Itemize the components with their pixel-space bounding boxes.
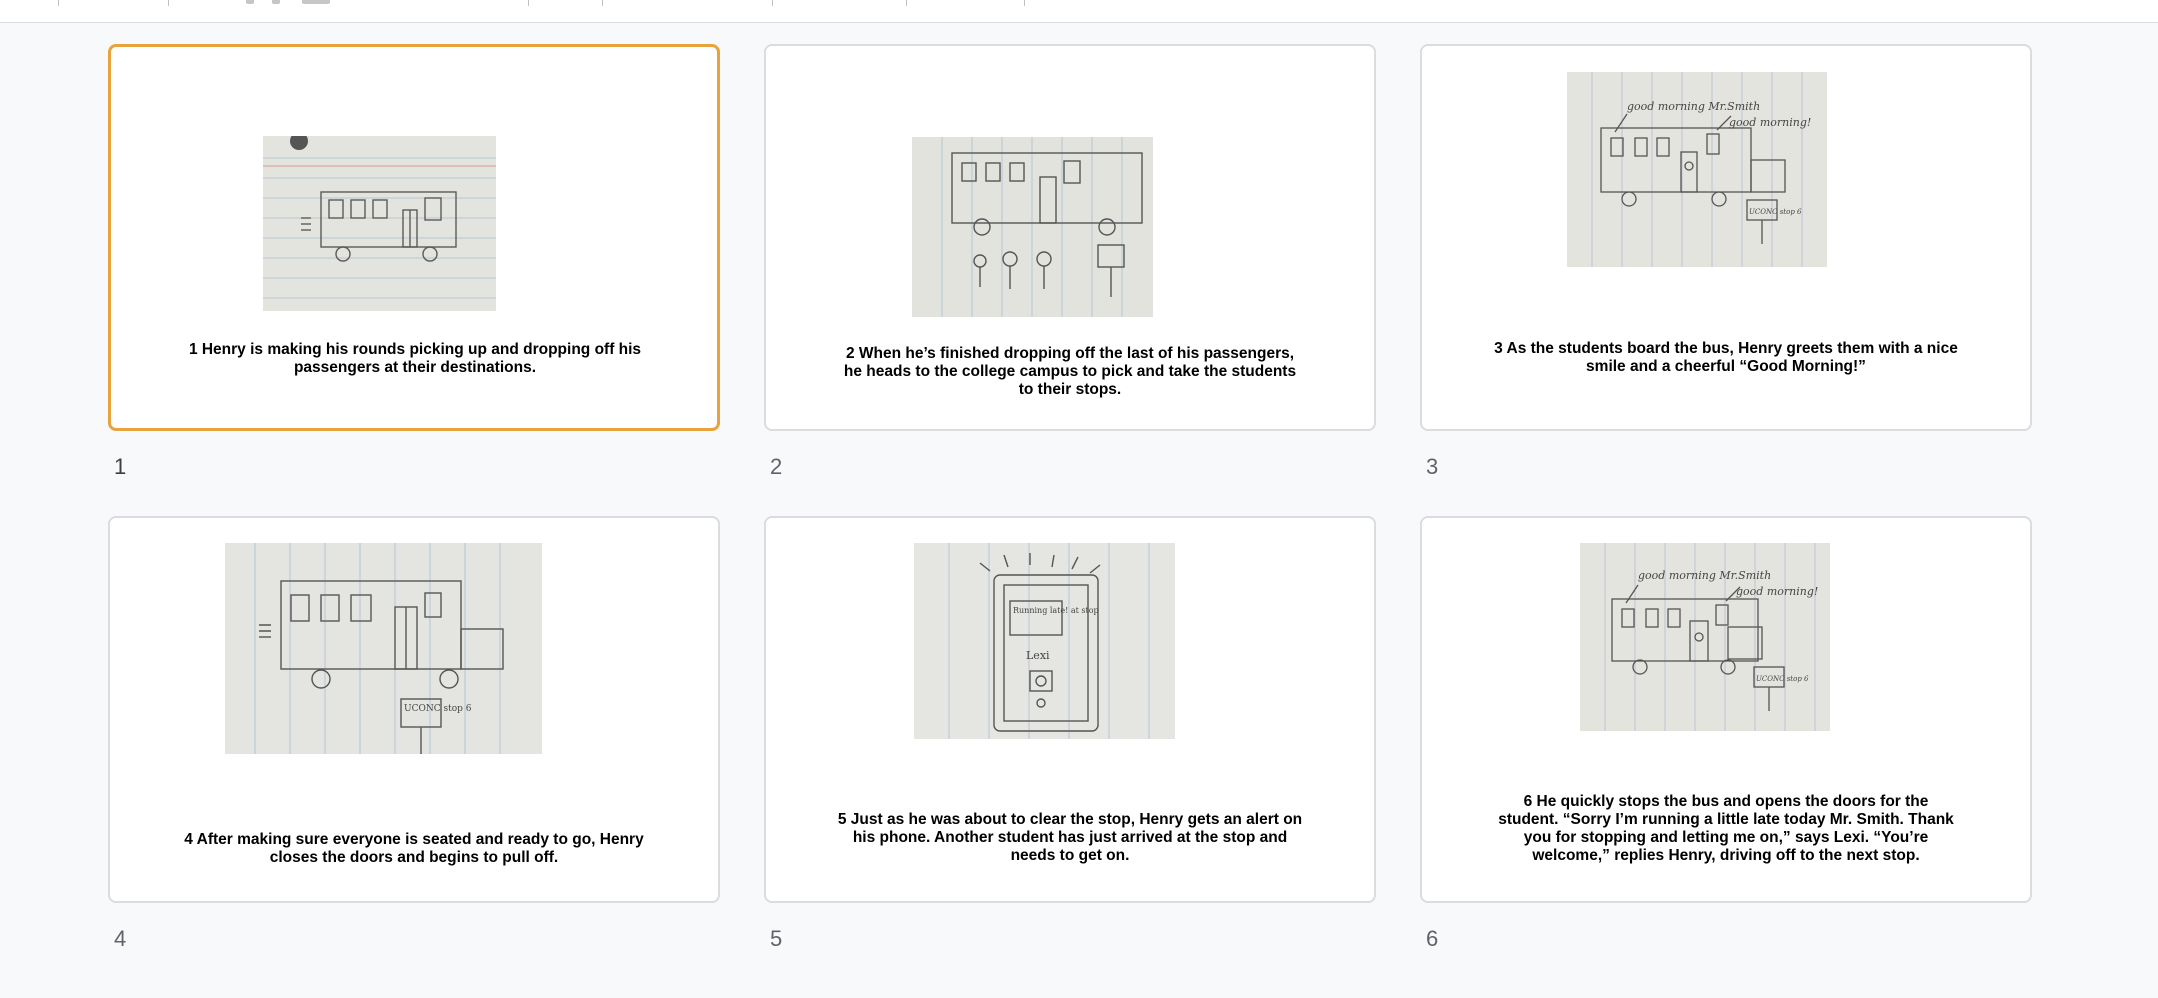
- sketch-text: good morning!: [1736, 585, 1818, 598]
- slide-number[interactable]: 2: [770, 454, 782, 480]
- sketch-text: UCONC stop 6: [1756, 675, 1809, 683]
- toolbar-divider: [602, 0, 603, 6]
- slide-caption: 6 He quickly stops the bus and opens the…: [1498, 793, 1954, 864]
- sketch-text: Running late! at stop: [1013, 606, 1099, 615]
- sketch-text: UCONC stop 6: [404, 704, 472, 714]
- toolbar-divider: [1024, 0, 1025, 6]
- slide-caption: 5 Just as he was about to clear the stop…: [837, 811, 1303, 864]
- slide-number[interactable]: 6: [1426, 926, 1438, 952]
- bus-and-students-at-stop-drawing: [912, 137, 1153, 317]
- sketch-text: good morning!: [1729, 116, 1811, 129]
- toolbar-divider: [58, 0, 59, 6]
- toolbar-divider: [528, 0, 529, 6]
- toolbar-divider: [772, 0, 773, 6]
- toolbar: [0, 0, 2158, 23]
- toolbar-divider: [168, 0, 169, 6]
- slide-thumbnail[interactable]: Running late! at stop Lexi 5 Just as he …: [764, 516, 1376, 903]
- toolbar-divider: [906, 0, 907, 6]
- bus-leaving-stop-drawing: UCONC stop 6: [225, 543, 542, 754]
- slide-number[interactable]: 1: [114, 454, 126, 480]
- slide-caption: 3 As the students board the bus, Henry g…: [1494, 340, 1958, 375]
- slide-number[interactable]: 5: [770, 926, 782, 952]
- phone-alert-drawing: Running late! at stop Lexi: [914, 543, 1175, 739]
- slide-caption: 4 After making sure everyone is seated a…: [184, 831, 644, 866]
- slide-number[interactable]: 3: [1426, 454, 1438, 480]
- toolbar-button[interactable]: [272, 0, 280, 4]
- sketch-text: good morning Mr.Smith: [1627, 100, 1760, 113]
- slide-thumbnail[interactable]: 2 When he’s finished dropping off the la…: [764, 44, 1376, 431]
- slide-number[interactable]: 4: [114, 926, 126, 952]
- students-boarding-bus-drawing: good morning Mr.Smith good morning! UCON…: [1567, 72, 1827, 267]
- toolbar-button[interactable]: [246, 0, 254, 4]
- sketch-text: Lexi: [1026, 649, 1050, 662]
- slide-thumbnail[interactable]: good morning Mr.Smith good morning! UCON…: [1420, 516, 2032, 903]
- slide-thumbnail[interactable]: good morning Mr.Smith good morning! UCON…: [1420, 44, 2032, 431]
- bus-stops-for-student-drawing: good morning Mr.Smith good morning! UCON…: [1580, 543, 1830, 731]
- slide-thumbnail[interactable]: UCONC stop 6 4 After making sure everyon…: [108, 516, 720, 903]
- sketch-text: UCONC stop 6: [1749, 208, 1802, 216]
- slide-caption: 1 Henry is making his rounds picking up …: [188, 341, 642, 376]
- slide-caption: 2 When he’s finished dropping off the la…: [843, 345, 1297, 398]
- sketch-text: good morning Mr.Smith: [1638, 569, 1771, 582]
- slide-thumbnail[interactable]: 1 Henry is making his rounds picking up …: [108, 44, 720, 431]
- toolbar-button[interactable]: [302, 0, 330, 4]
- bus-with-passengers-drawing: [263, 136, 496, 311]
